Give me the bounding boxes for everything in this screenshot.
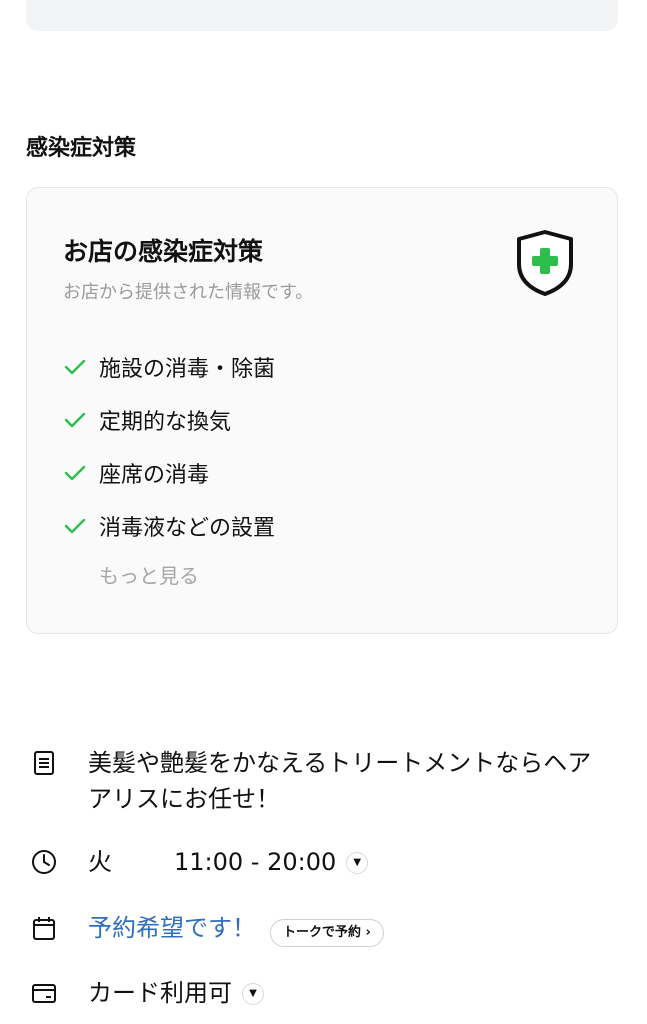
- reservation-link[interactable]: 予約希望です！: [88, 914, 256, 942]
- previous-section-card: [26, 0, 618, 31]
- card-title: お店の感染症対策: [63, 237, 264, 266]
- payment-label: カード利用可: [88, 979, 232, 1007]
- measure-label: 施設の消毒・除菌: [99, 356, 276, 382]
- section-title: 感染症対策: [26, 136, 137, 161]
- measure-label: 定期的な換気: [99, 409, 232, 435]
- payment-row: カード利用可 ▼: [30, 976, 264, 1010]
- measure-item: 座席の消毒: [63, 446, 275, 499]
- hours-row: 火 11:00 - 20:00 ▼: [30, 845, 369, 879]
- hours-text: 火 11:00 - 20:00 ▼: [88, 845, 369, 879]
- payment-dropdown-toggle[interactable]: ▼: [242, 983, 264, 1005]
- clock-icon: [32, 850, 56, 874]
- check-icon: [64, 412, 86, 427]
- measure-label: 消毒液などの設置: [99, 515, 276, 541]
- check-icon: [64, 518, 86, 533]
- payment-content: カード利用可 ▼: [88, 976, 264, 1010]
- calendar-icon: [33, 917, 55, 940]
- reservation-row: 予約希望です！ トークで予約 ›: [30, 911, 384, 947]
- card-subtitle: お店から提供された情報です。: [63, 282, 314, 303]
- measure-label: 座席の消毒: [99, 462, 210, 488]
- reservation-content: 予約希望です！ トークで予約 ›: [88, 911, 384, 947]
- document-icon: [34, 751, 54, 775]
- hours-day: 火: [88, 848, 112, 876]
- hours-time: 11:00 - 20:00: [174, 848, 337, 876]
- hours-dropdown-toggle[interactable]: ▼: [346, 852, 369, 874]
- measure-item: 消毒液などの設置: [63, 499, 275, 552]
- description-row: 美髪や艶髪をかなえるトリートメントならヘアアリスにお任せ！: [30, 745, 608, 817]
- talk-reserve-button[interactable]: トークで予約 ›: [270, 919, 384, 947]
- check-icon: [64, 465, 86, 480]
- infection-control-card: お店の感染症対策 お店から提供された情報です。 施設の消毒・除菌 定期的な換気 …: [26, 187, 618, 634]
- card-icon: [32, 984, 56, 1003]
- see-more-link[interactable]: もっと見る: [99, 560, 199, 589]
- shop-description: 美髪や艶髪をかなえるトリートメントならヘアアリスにお任せ！: [88, 749, 592, 813]
- measure-item: 定期的な換気: [63, 393, 275, 446]
- measure-item: 施設の消毒・除菌: [63, 340, 275, 393]
- check-icon: [64, 359, 86, 374]
- shield-plus-icon: [517, 230, 573, 296]
- measures-list: 施設の消毒・除菌 定期的な換気 座席の消毒 消毒液などの設置: [63, 340, 275, 552]
